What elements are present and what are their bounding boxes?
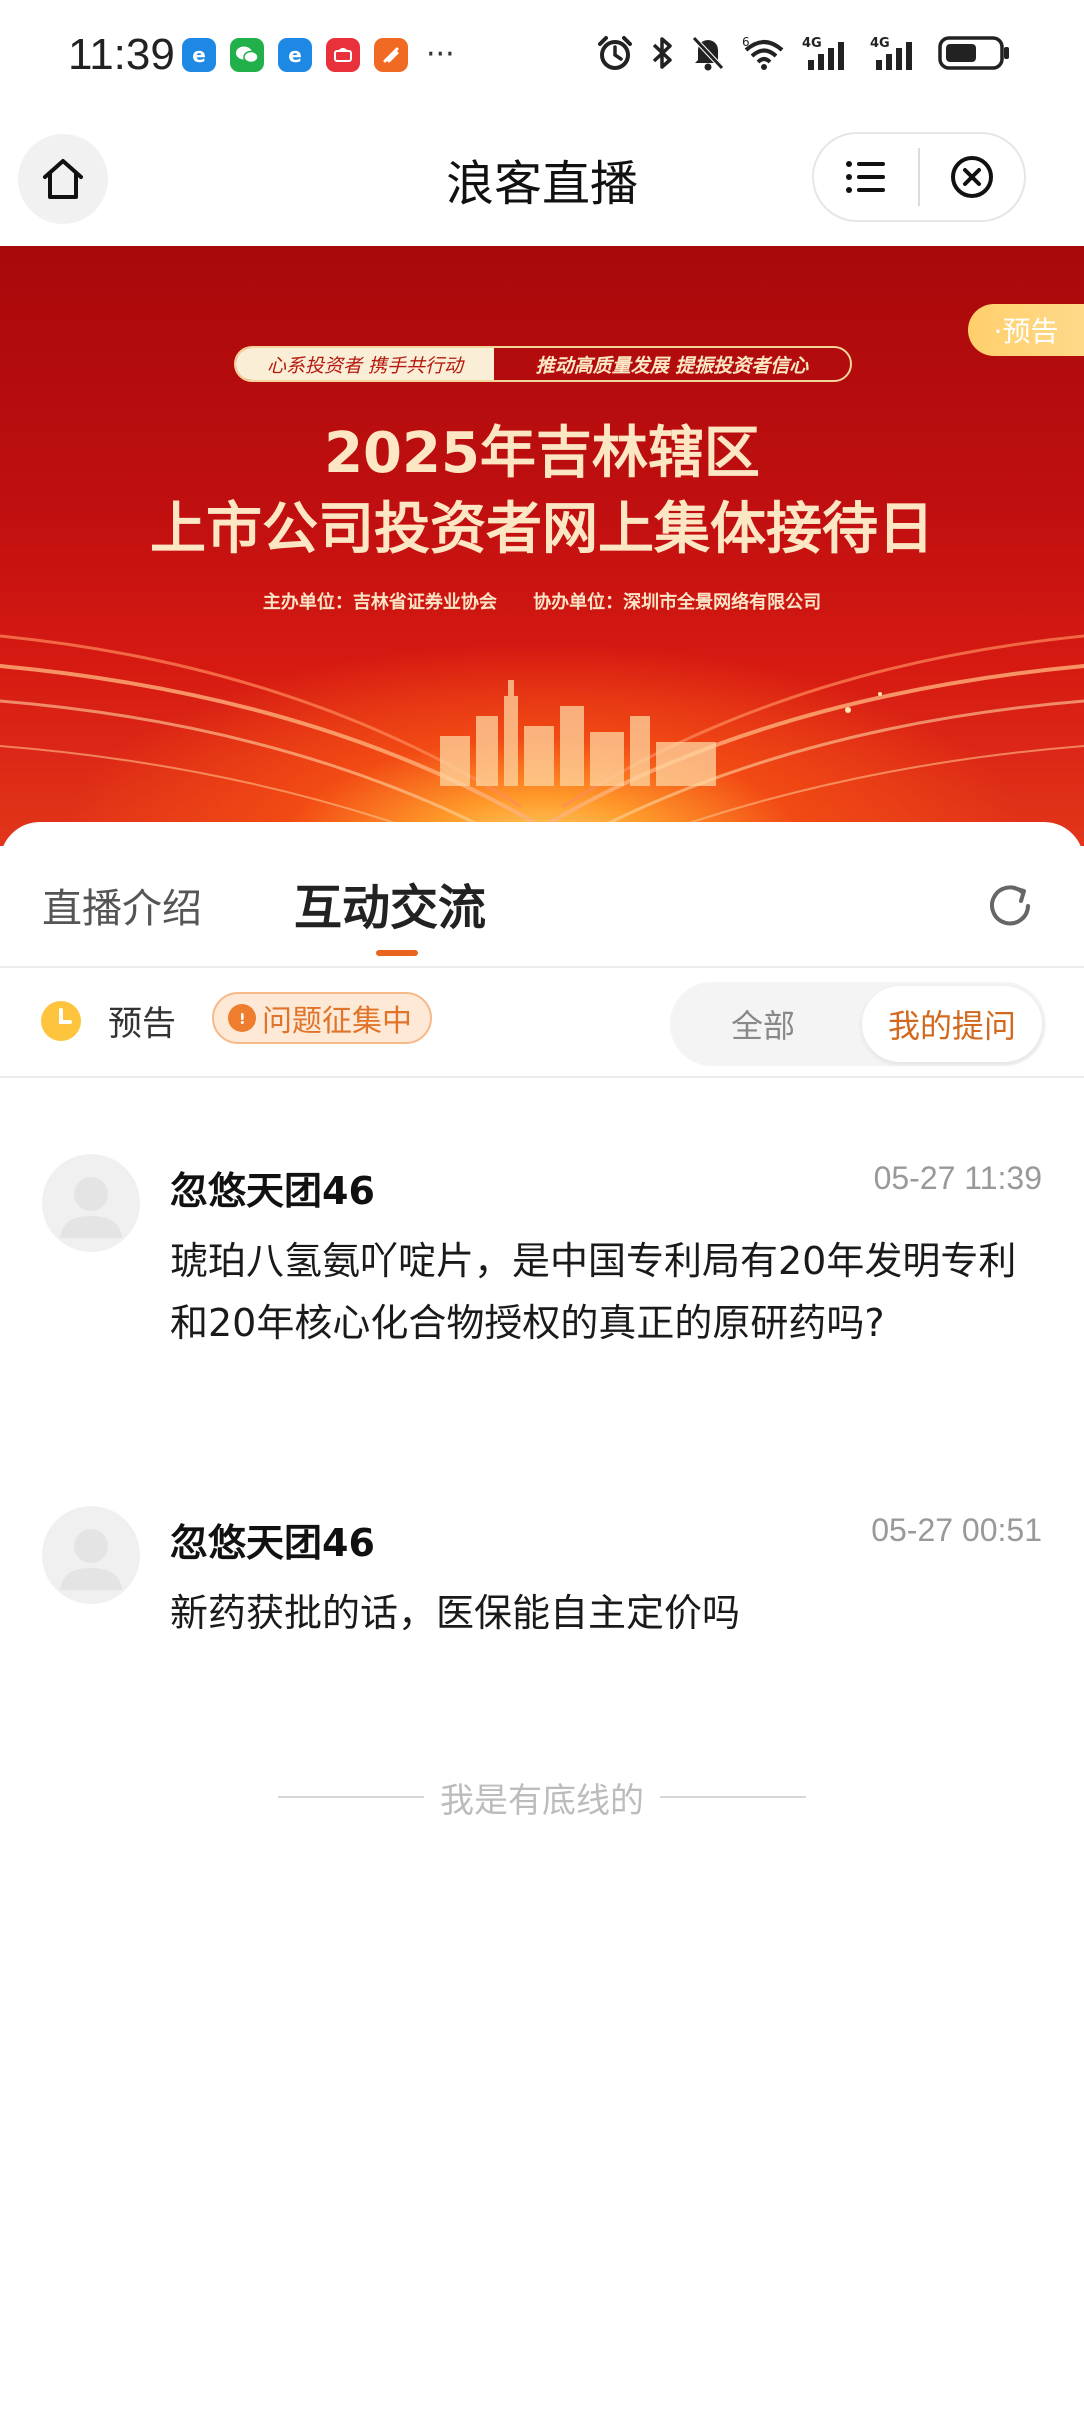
question-text: 新药获批的话，医保能自主定价吗 [170, 1591, 741, 1635]
banner-title-line1: 2025年吉林辖区 [324, 421, 760, 486]
end-of-list-text: 我是有底线的 [440, 1780, 644, 1821]
city-skyline-illustration [440, 680, 716, 786]
filter-row: 预告 问题征集中 全部 我的提问 [0, 970, 1084, 1078]
question-filter-segment: 全部 我的提问 [670, 982, 1046, 1066]
avatar [42, 1154, 140, 1252]
filter-all-button[interactable]: 全部 [670, 982, 856, 1066]
event-banner[interactable]: 心系投资者 携手共行动 推动高质量发展 提振投资者信心 2025年吉林辖区 上市… [0, 246, 1084, 846]
close-button[interactable] [920, 134, 1024, 220]
bluetooth-icon [652, 37, 672, 69]
tab-bar: 直播介绍 互动交流 [0, 822, 1084, 968]
svg-text:4G: 4G [802, 36, 822, 51]
collect-badge-text: 问题征集中 [262, 1004, 412, 1039]
question-username: 忽悠天团46 [170, 1169, 375, 1213]
mute-icon [692, 36, 724, 71]
alarm-icon [598, 36, 632, 70]
slogan-left: 心系投资者 携手共行动 [236, 348, 494, 380]
more-notifications-icon: ··· [426, 37, 455, 72]
tab-live-intro[interactable]: 直播介绍 [42, 876, 202, 934]
organizer-text: 主办单位：吉林省证券业协会 [262, 592, 497, 613]
question-username: 忽悠天团46 [170, 1521, 375, 1565]
filter-my-questions-button[interactable]: 我的提问 [862, 986, 1042, 1062]
content-sheet: 直播介绍 互动交流 预告 问题征集中 全部 我的提问 忽悠天团46 05-27 … [0, 822, 1084, 2412]
wechat-icon [230, 38, 264, 72]
divider [660, 1796, 806, 1798]
svg-text:4G: 4G [870, 36, 890, 51]
status-time: 11:39 [68, 30, 175, 79]
clock-icon [41, 1001, 81, 1041]
mini-program-capsule [812, 132, 1026, 222]
app-e-icon: e [182, 38, 216, 72]
question-collecting-badge: 问题征集中 [212, 992, 432, 1044]
end-of-list: 我是有底线的 [0, 1772, 1084, 1822]
system-icons: 6 4G 4G [596, 34, 1010, 72]
app-orange-icon [374, 38, 408, 72]
battery-icon [938, 36, 1009, 70]
slogan-right: 推动高质量发展 提振投资者信心 [535, 354, 809, 377]
co-organizer-text: 协办单位：深圳市全景网络有限公司 [533, 592, 822, 613]
notification-icons: e e ··· [182, 38, 455, 72]
banner-organizers: 主办单位：吉林省证券业协会 协办单位：深圳市全景网络有限公司 [0, 588, 1084, 614]
signal-4g-icon: 4G [802, 36, 844, 70]
signal-4g-icon: 4G [870, 36, 912, 70]
wifi-icon: 6 [742, 35, 784, 70]
huawei-icon [326, 38, 360, 72]
preview-badge: ·预告 [968, 304, 1084, 356]
question-timestamp: 05-27 00:51 [871, 1512, 1042, 1548]
menu-button[interactable] [814, 134, 918, 220]
question-text: 琥珀八氢氨吖啶片，是中国专利局有20年发明专利和20年核心化合物授权的真正的原研… [170, 1239, 1017, 1345]
default-avatar-icon [60, 1529, 122, 1590]
live-status-label: 预告 [108, 1004, 176, 1044]
banner-title-line2: 上市公司投资者网上集体接待日 [150, 497, 934, 562]
refresh-icon[interactable] [982, 878, 1038, 934]
avatar [42, 1506, 140, 1604]
header-bar: 浪客直播 [0, 120, 1084, 246]
banner-slogan: 心系投资者 携手共行动 推动高质量发展 提振投资者信心 [234, 346, 852, 382]
active-tab-indicator [376, 950, 418, 956]
info-icon [228, 1004, 256, 1032]
tab-interaction[interactable]: 互动交流 [294, 868, 486, 938]
app-e-icon: e [278, 38, 312, 72]
menu-list-icon [846, 161, 885, 193]
close-circle-icon [951, 156, 993, 198]
status-bar: 11:39 e e ··· 6 4G 4G [0, 0, 1084, 110]
question-timestamp: 05-27 11:39 [873, 1160, 1042, 1196]
default-avatar-icon [60, 1177, 122, 1238]
divider [278, 1796, 424, 1798]
